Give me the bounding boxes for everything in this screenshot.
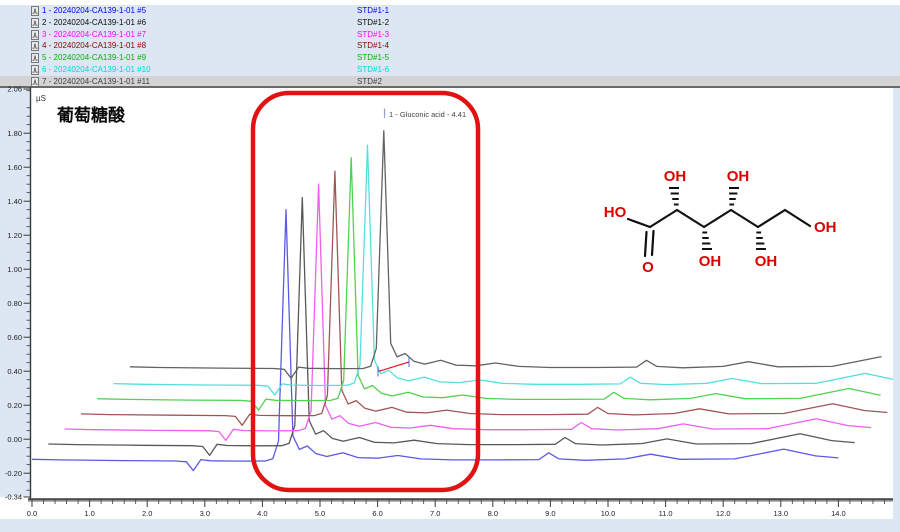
carbonyl-o-label: O (642, 259, 654, 276)
svg-text:0.80: 0.80 (7, 299, 22, 308)
svg-text:1.40: 1.40 (7, 197, 22, 206)
svg-text:0.00: 0.00 (7, 435, 22, 444)
y-unit-label: µS (36, 94, 46, 103)
svg-text:2.0: 2.0 (142, 509, 152, 518)
svg-text:1.80: 1.80 (7, 129, 22, 138)
svg-text:10.0: 10.0 (601, 509, 616, 518)
oh-label-c3: OH (699, 253, 722, 270)
svg-text:0.40: 0.40 (7, 367, 22, 376)
x-axis-line (28, 498, 893, 500)
chart-title-chinese: 葡萄糖酸 (56, 105, 126, 125)
oh-label-terminal: OH (814, 219, 837, 236)
svg-text:0.20: 0.20 (7, 401, 22, 410)
svg-text:-0.34: -0.34 (5, 493, 22, 502)
svg-text:1.60: 1.60 (7, 163, 22, 172)
svg-text:13.0: 13.0 (773, 509, 788, 518)
svg-text:8.0: 8.0 (488, 509, 498, 518)
y-axis-ticks: 2.06 1.80 1.60 1.40 1.20 1.00 0.80 0.60 0.40 0.20… (5, 85, 30, 502)
svg-text:1.00: 1.00 (7, 265, 22, 274)
svg-text:-0.20: -0.20 (5, 469, 22, 478)
svg-text:9.0: 9.0 (545, 509, 555, 518)
oh-label-c2: OH (664, 168, 687, 185)
svg-text:4.0: 4.0 (257, 509, 267, 518)
chromatogram-overlay-window: 1 - 20240204-CA139-1-01 #5STD#1-12 - 202… (0, 0, 900, 532)
svg-text:1.0: 1.0 (84, 509, 94, 518)
svg-text:11.0: 11.0 (659, 509, 673, 518)
ho-label: HO (604, 204, 627, 221)
svg-text:0.60: 0.60 (7, 333, 22, 342)
plot-area[interactable] (30, 88, 893, 519)
svg-text:5.0: 5.0 (315, 509, 325, 518)
svg-text:12.0: 12.0 (716, 509, 731, 518)
svg-text:1.20: 1.20 (7, 231, 22, 240)
svg-text:6.0: 6.0 (372, 509, 382, 518)
chromatogram-chart: 2.06 1.80 1.60 1.40 1.20 1.00 0.80 0.60 0.40 0.20… (0, 0, 900, 532)
svg-text:0.0: 0.0 (27, 509, 37, 518)
svg-text:7.0: 7.0 (430, 509, 440, 518)
svg-text:14.0: 14.0 (831, 509, 846, 518)
oh-label-c4: OH (727, 168, 750, 185)
oh-label-c5: OH (755, 253, 778, 270)
peak-label: 1 - Gluconic acid - 4.41 (389, 110, 466, 119)
svg-text:3.0: 3.0 (200, 509, 210, 518)
svg-text:2.06: 2.06 (7, 85, 22, 94)
